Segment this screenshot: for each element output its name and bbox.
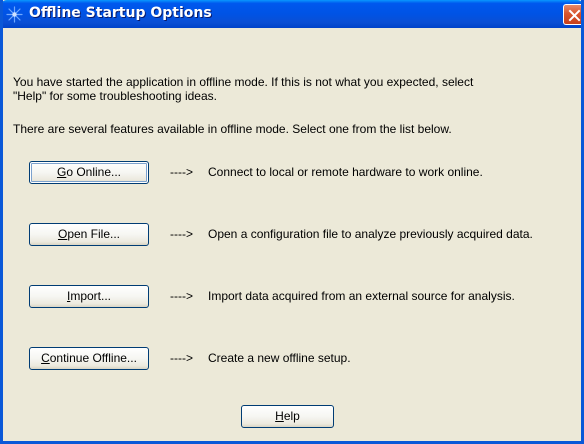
go-online-arrow: ----> [170,165,193,179]
help-button[interactable]: Help [241,405,334,428]
go-online-description: Connect to local or remote hardware to w… [208,165,483,179]
help-mnemonic: H [275,409,284,423]
dialog-body: You have started the application in offl… [3,28,581,441]
go-online-button[interactable]: Go Online... [29,161,149,184]
offline-startup-dialog: Offline Startup Options You have started… [0,0,584,444]
go-online-mnemonic: G [56,165,67,179]
open-file-mnemonic: O [57,227,68,241]
continue-offline-arrow: ----> [170,351,193,365]
continue-offline-label: ontinue Offline... [49,351,137,365]
open-file-arrow: ----> [170,227,193,241]
continue-offline-description: Create a new offline setup. [208,351,351,365]
help-label: elp [283,409,300,423]
open-file-button[interactable]: Open File... [29,223,149,246]
close-icon [568,9,581,22]
open-file-label: pen File... [67,227,121,241]
window-title: Offline Startup Options [29,5,212,21]
intro-line-1: You have started the application in offl… [13,75,474,89]
import-arrow: ----> [170,289,193,303]
go-online-label: o Online... [66,165,122,179]
import-label: mport... [70,289,112,303]
open-file-description: Open a configuration file to analyze pre… [208,227,533,241]
agilent-spark-icon [6,6,23,23]
close-button[interactable] [563,4,581,25]
import-description: Import data acquired from an external so… [208,289,515,303]
import-button[interactable]: Import... [29,285,149,308]
title-bar[interactable]: Offline Startup Options [3,0,581,28]
continue-offline-button[interactable]: Continue Offline... [29,347,149,370]
intro-line-3: There are several features available in … [13,122,452,136]
intro-line-2: "Help" for some troubleshooting ideas. [13,89,217,103]
continue-offline-mnemonic: C [41,351,50,365]
